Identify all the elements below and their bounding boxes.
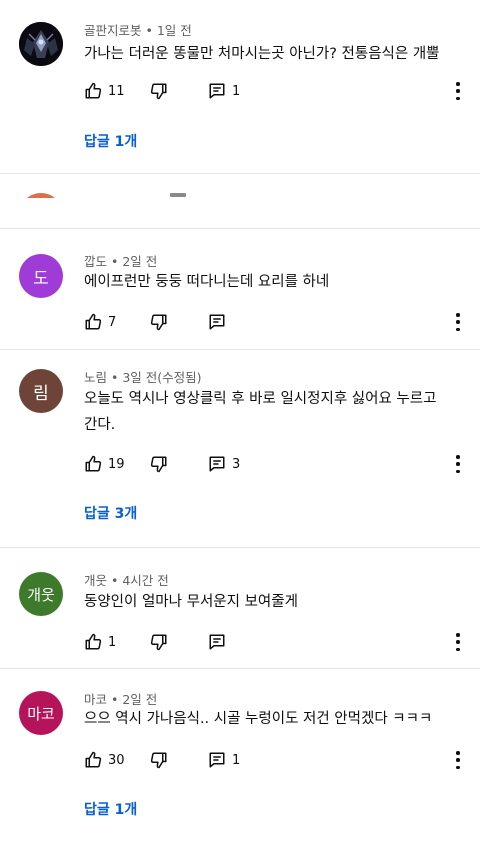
comment-meta: 노림 • 3일 전(수정됨) xyxy=(84,367,202,386)
more-vertical-icon xyxy=(456,751,460,755)
more-vertical-icon xyxy=(456,455,460,459)
reply-count: 1 xyxy=(232,752,241,768)
thumbs-up-icon xyxy=(85,751,102,768)
avatar-initials: 림 xyxy=(33,383,49,404)
thumbs-down-icon xyxy=(150,314,167,331)
view-replies-link[interactable]: 답글 1개 xyxy=(84,131,137,151)
more-options-button[interactable] xyxy=(454,82,462,100)
comment-meta: 골판지로봇 • 1일 전 xyxy=(84,20,192,39)
like-button[interactable]: 11 xyxy=(84,82,150,100)
comment-time: • 3일 전(수정됨) xyxy=(111,370,202,385)
reply-button[interactable] xyxy=(208,633,226,651)
dislike-button[interactable] xyxy=(150,633,208,651)
comment-reply-icon xyxy=(209,456,225,472)
avatar-initials: 마코 xyxy=(27,704,55,723)
comment-actions: 1 xyxy=(84,632,226,652)
comment-reply-icon xyxy=(209,634,225,650)
like-count: 30 xyxy=(108,752,125,768)
thumbs-down-icon xyxy=(150,634,167,651)
like-button[interactable]: 19 xyxy=(84,455,150,473)
comment-reply-icon xyxy=(209,83,225,99)
reply-button[interactable]: 1 xyxy=(208,751,240,769)
comment-text: 동양인이 얼마나 무서운지 보여줄게 xyxy=(84,594,298,610)
reply-button[interactable]: 3 xyxy=(208,455,240,473)
more-vertical-icon xyxy=(456,313,460,317)
more-options-button[interactable] xyxy=(454,633,462,651)
view-replies-link[interactable]: 답글 3개 xyxy=(84,503,137,523)
thumbs-up-icon xyxy=(85,633,102,650)
divider xyxy=(0,547,480,548)
reply-button[interactable]: 1 xyxy=(208,82,240,100)
thumbs-up-icon xyxy=(85,455,102,472)
partial-comment-row xyxy=(0,174,480,198)
comment-text: 에이프런만 둥둥 떠다니는데 요리를 하네 xyxy=(84,274,330,290)
thumbs-down-icon xyxy=(150,456,167,473)
author-name[interactable]: 노림 xyxy=(84,370,107,385)
avatar-initials: 도 xyxy=(33,268,49,289)
avatar[interactable]: 개웃 xyxy=(19,572,63,616)
comment-time: • 2일 전 xyxy=(111,254,158,269)
like-button[interactable]: 1 xyxy=(84,633,150,651)
reply-count: 1 xyxy=(232,83,241,99)
more-vertical-icon xyxy=(456,82,460,86)
author-name[interactable]: 마코 xyxy=(84,692,107,707)
reply-button[interactable] xyxy=(208,313,226,331)
like-count: 19 xyxy=(108,456,125,472)
comment-time: • 1일 전 xyxy=(145,23,192,38)
more-options-button[interactable] xyxy=(454,313,462,331)
author-name[interactable]: 깝도 xyxy=(84,254,107,269)
like-count: 1 xyxy=(108,634,117,650)
avatar xyxy=(19,193,63,198)
avatar[interactable]: 도 xyxy=(19,254,63,298)
comment-reply-icon xyxy=(209,752,225,768)
dislike-button[interactable] xyxy=(150,313,208,331)
comment-text: 으으 역시 가나음식.. 시골 누렁이도 저건 안먹겠다 ㅋㅋㅋ xyxy=(84,711,433,727)
avatar[interactable] xyxy=(19,22,63,66)
comment-meta: 개웃 • 4시간 전 xyxy=(84,570,169,589)
like-button[interactable]: 7 xyxy=(84,313,150,331)
avatar[interactable]: 마코 xyxy=(19,691,63,735)
thumbs-down-icon xyxy=(150,752,167,769)
author-name[interactable]: 골판지로봇 xyxy=(84,23,142,38)
thumbs-up-icon xyxy=(85,82,102,99)
avatar[interactable]: 림 xyxy=(19,369,63,413)
dislike-button[interactable] xyxy=(150,455,208,473)
divider xyxy=(0,228,480,229)
comment-text: 오늘도 역시나 영상클릭 후 바로 일시정지후 싫어요 누르고 간다. xyxy=(84,391,437,433)
like-count: 7 xyxy=(108,314,117,330)
partial-text-fragment xyxy=(170,193,186,197)
author-name[interactable]: 개웃 xyxy=(84,573,107,588)
comment-actions: 7 xyxy=(84,312,226,332)
reply-count: 3 xyxy=(232,456,241,472)
view-replies-link[interactable]: 답글 1개 xyxy=(84,799,137,819)
dislike-button[interactable] xyxy=(150,751,208,769)
comment-actions: 30 1 xyxy=(84,750,240,770)
comment-text: 가나는 더러운 똥물만 처마시는곳 아닌가? 전통음식은 개뿔 xyxy=(84,46,440,62)
divider xyxy=(0,668,480,669)
comment-reply-icon xyxy=(209,314,225,330)
avatar-initials: 개웃 xyxy=(27,585,55,604)
comment-actions: 11 1 xyxy=(84,81,240,101)
more-options-button[interactable] xyxy=(454,455,462,473)
comment-time: • 2일 전 xyxy=(111,692,158,707)
thumbs-down-icon xyxy=(150,83,167,100)
like-count: 11 xyxy=(108,83,125,99)
like-button[interactable]: 30 xyxy=(84,751,150,769)
divider xyxy=(0,349,480,350)
comment-actions: 19 3 xyxy=(84,454,240,474)
more-vertical-icon xyxy=(456,633,460,637)
comment-meta: 깝도 • 2일 전 xyxy=(84,251,157,270)
robot-avatar-image xyxy=(19,22,63,66)
dislike-button[interactable] xyxy=(150,82,208,100)
comment-time: • 4시간 전 xyxy=(111,573,169,588)
thumbs-up-icon xyxy=(85,313,102,330)
more-options-button[interactable] xyxy=(454,751,462,769)
